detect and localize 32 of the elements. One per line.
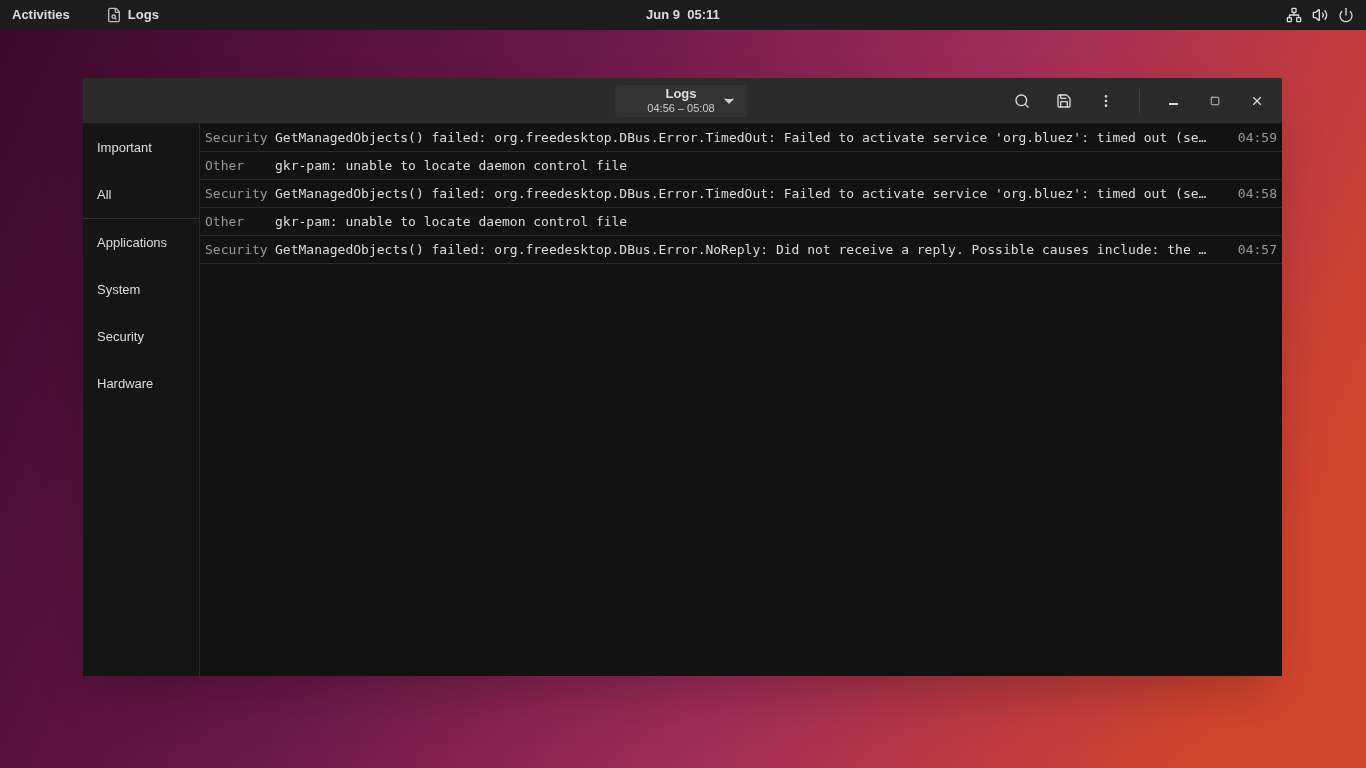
log-category: Security	[205, 184, 269, 203]
activities-button[interactable]: Activities	[12, 5, 70, 25]
sidebar-item[interactable]: Hardware	[83, 360, 199, 407]
log-category: Security	[205, 128, 269, 147]
clock[interactable]: Jun 9 05:11	[646, 5, 720, 25]
log-time: 04:57	[1237, 240, 1277, 259]
search-icon	[1014, 92, 1030, 109]
time-range: 04:56 – 05:08	[647, 102, 715, 116]
log-time: 04:59	[1237, 128, 1277, 147]
sidebar-item[interactable]: Important	[83, 124, 199, 171]
log-category: Other	[205, 212, 246, 231]
app-menu[interactable]: Logs	[127, 5, 159, 25]
log-message: GetManagedObjects() failed: org.freedesktop.DBus.Error.TimedOut: Failed to activate service 'org.bluez': timed out (se…	[275, 128, 1207, 147]
maximize-icon	[1210, 95, 1220, 106]
log-message: GetManagedObjects() failed: org.freedesktop.DBus.Error.TimedOut: Failed to activate service 'org.bluez': timed out (se…	[275, 184, 1207, 203]
power-icon[interactable]	[1338, 7, 1354, 23]
title-dropdown[interactable]: Logs 04:56 – 05:08	[615, 85, 747, 117]
volume-icon[interactable]	[1312, 7, 1328, 23]
log-category: Security	[205, 240, 269, 259]
log-message: gkr-pam: unable to locate daemon control file	[275, 212, 628, 231]
minimize-icon	[1168, 102, 1178, 105]
log-time: 04:58	[1237, 184, 1277, 203]
sidebar-item[interactable]: System	[83, 266, 199, 313]
sidebar-item[interactable]: Security	[83, 313, 199, 360]
sidebar-item[interactable]: All	[83, 171, 199, 218]
window-title: Logs	[665, 86, 697, 103]
log-category: Other	[205, 156, 246, 175]
app-icon	[105, 7, 122, 23]
sidebar-item[interactable]: Applications	[83, 219, 199, 266]
log-message: GetManagedObjects() failed: org.freedesktop.DBus.Error.NoReply: Did not receive a reply. Possible causes include: the …	[275, 240, 1207, 259]
log-message: gkr-pam: unable to locate daemon control file	[275, 156, 628, 175]
network-icon[interactable]	[1286, 7, 1302, 23]
